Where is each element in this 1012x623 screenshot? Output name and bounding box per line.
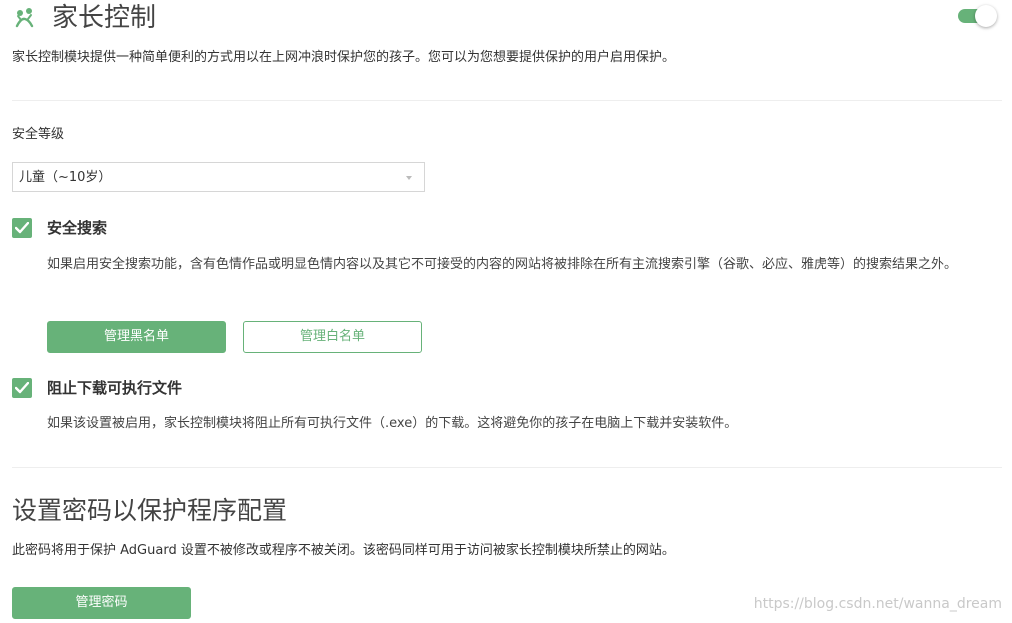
check-icon xyxy=(15,382,29,394)
safety-level-value: 儿童（~10岁） xyxy=(19,170,112,185)
manage-blacklist-button[interactable]: 管理黑名单 xyxy=(47,321,226,353)
manage-whitelist-button[interactable]: 管理白名单 xyxy=(243,321,422,353)
password-description: 此密码将用于保护 AdGuard 设置不被修改或程序不被关闭。该密码同样可用于访… xyxy=(12,543,675,558)
safe-search-title: 安全搜索 xyxy=(47,219,108,237)
password-section-title: 设置密码以保护程序配置 xyxy=(12,496,288,525)
safe-search-description: 如果启用安全搜索功能，含有色情作品或明显色情内容以及其它不可接受的内容的网站将被… xyxy=(47,257,958,272)
divider xyxy=(12,467,1002,468)
check-icon xyxy=(15,222,29,234)
safe-search-checkbox[interactable] xyxy=(12,218,32,238)
module-description: 家长控制模块提供一种简单便利的方式用以在上网冲浪时保护您的孩子。您可以为您想要提… xyxy=(12,50,676,65)
manage-password-button[interactable]: 管理密码 xyxy=(12,587,191,619)
safety-level-select[interactable]: 儿童（~10岁） xyxy=(12,162,425,192)
parental-control-page: 家长控制 家长控制模块提供一种简单便利的方式用以在上网冲浪时保护您的孩子。您可以… xyxy=(0,0,1012,623)
block-exe-checkbox[interactable] xyxy=(12,378,32,398)
header: 家长控制 xyxy=(12,0,1002,36)
page-title: 家长控制 xyxy=(52,3,157,33)
block-exe-title: 阻止下载可执行文件 xyxy=(47,379,183,397)
safety-level-label: 安全等级 xyxy=(12,127,65,142)
parental-control-icon xyxy=(12,6,38,30)
watermark: https://blog.csdn.net/wanna_dream xyxy=(753,596,1002,612)
block-exe-description: 如果该设置被启用，家长控制模块将阻止所有可执行文件（.exe）的下载。这将避免你… xyxy=(47,416,738,431)
chevron-down-icon xyxy=(406,176,412,180)
parental-control-toggle[interactable] xyxy=(958,5,998,29)
divider xyxy=(12,100,1002,101)
toggle-knob xyxy=(975,5,997,27)
